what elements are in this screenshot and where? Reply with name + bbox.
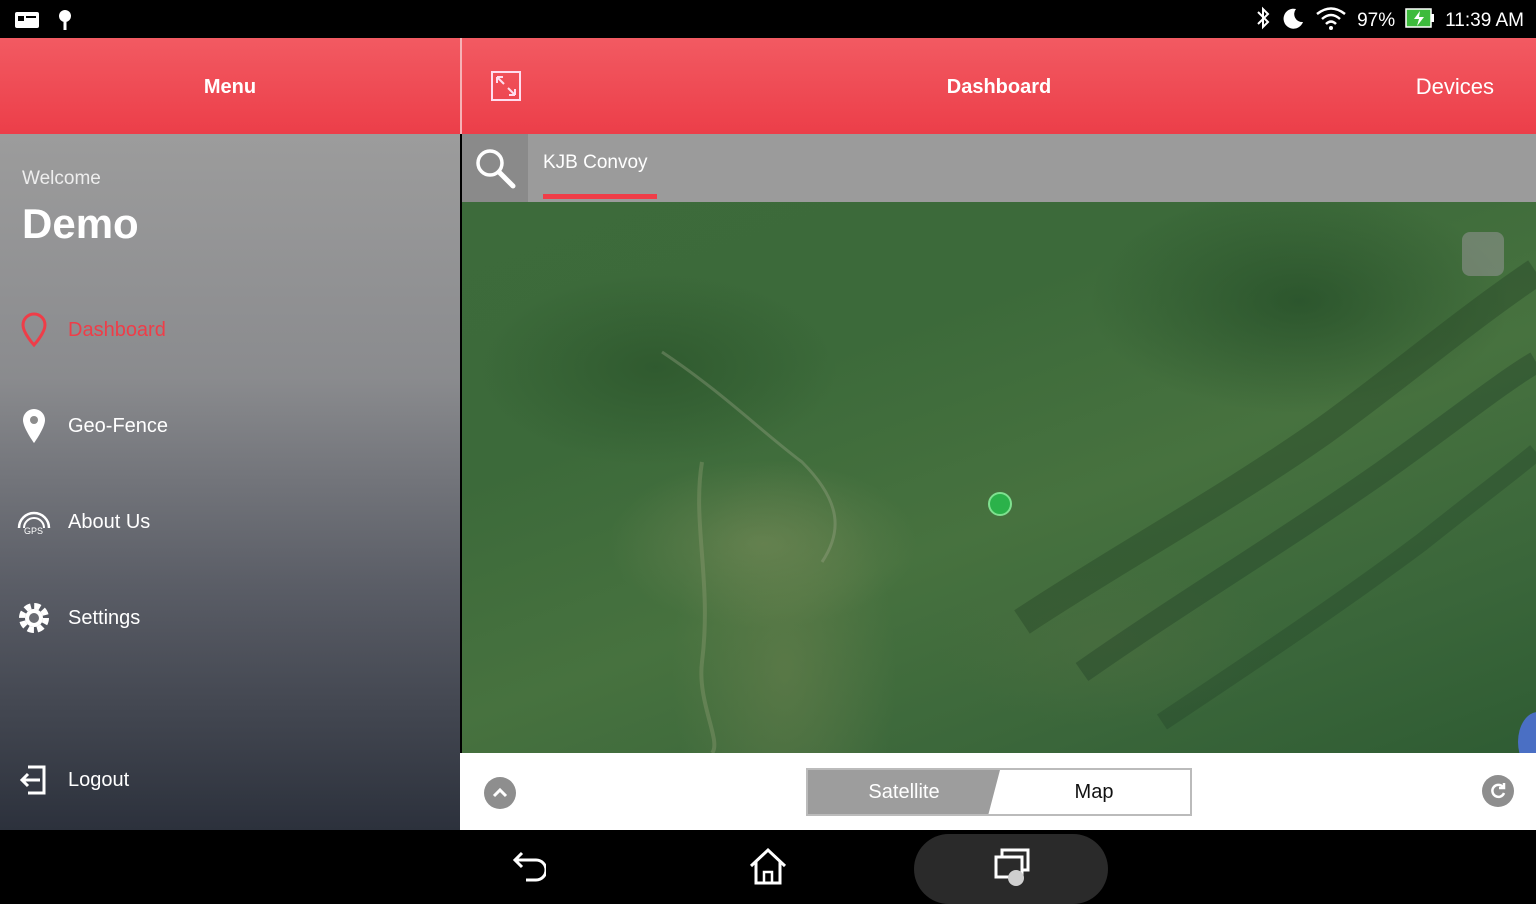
status-bar: 97% 11:39 AM	[0, 0, 1536, 38]
svg-text:GPS: GPS	[24, 526, 43, 536]
home-button[interactable]	[744, 842, 792, 890]
search-bar: KJB Convoy	[462, 134, 1536, 202]
welcome-label: Welcome	[22, 168, 101, 189]
system-navigation-bar	[0, 830, 1536, 904]
tab-convoy[interactable]: KJB Convoy	[543, 152, 648, 174]
clock: 11:39 AM	[1445, 10, 1524, 31]
expand-panel-button[interactable]	[484, 777, 516, 809]
map-terrain	[661, 260, 1536, 753]
sidebar-item-label: About Us	[68, 510, 151, 533]
home-icon	[749, 847, 787, 885]
refresh-button[interactable]	[1482, 775, 1514, 807]
sidebar-item-dashboard[interactable]: Dashboard	[14, 310, 166, 350]
vehicle-marker[interactable]	[988, 492, 1012, 516]
chevron-up-icon	[492, 787, 508, 798]
map-toggle-button[interactable]: Map	[998, 770, 1190, 814]
menu-header: Menu	[0, 38, 460, 134]
recent-apps-button[interactable]	[988, 842, 1036, 890]
map-controls-panel: Satellite Map	[460, 753, 1536, 830]
devices-button[interactable]: Devices	[1416, 74, 1494, 100]
back-button[interactable]	[502, 842, 550, 890]
sidebar-item-label: Settings	[68, 606, 141, 629]
page-title: Dashboard	[946, 76, 1052, 98]
username: Demo	[22, 200, 139, 247]
search-icon	[476, 149, 516, 189]
sidebar-item-settings[interactable]: Settings	[14, 598, 140, 638]
wifi-icon	[1315, 6, 1347, 36]
gps-watermark-icon	[1462, 232, 1504, 276]
recent-apps-icon	[994, 848, 1030, 886]
app-header: Dashboard Devices	[462, 38, 1536, 134]
sidebar-item-label: Geo-Fence	[68, 414, 169, 437]
sidebar-item-about-us[interactable]: GPS About Us	[14, 502, 150, 542]
sidebar-item-geo-fence[interactable]: Geo-Fence	[14, 406, 168, 446]
tab-active-indicator	[543, 194, 657, 199]
search-button[interactable]	[462, 134, 528, 202]
gps-logo-icon: GPS	[14, 502, 54, 542]
notification-location-icon	[56, 8, 74, 37]
gear-icon	[14, 598, 54, 638]
notification-photo-icon	[14, 9, 40, 36]
logout-label: Logout	[68, 768, 130, 791]
menu-title: Menu	[203, 76, 257, 98]
sidebar-item-label: Dashboard	[68, 318, 166, 341]
map-pin-icon	[14, 406, 54, 446]
satellite-map[interactable]	[462, 202, 1536, 753]
back-arrow-icon	[512, 851, 546, 882]
sidebar-menu: Welcome Demo Dashboard Geo-Fence GPS Abo…	[0, 134, 460, 830]
logout-icon	[14, 760, 54, 800]
battery-charging-icon	[1405, 7, 1435, 35]
logout-button[interactable]: Logout	[14, 760, 129, 800]
satellite-toggle-button[interactable]: Satellite	[808, 770, 1000, 814]
refresh-icon	[1491, 783, 1506, 799]
map-type-toggle: Satellite Map	[806, 768, 1192, 816]
bluetooth-icon	[1255, 5, 1271, 37]
battery-percent: 97%	[1357, 10, 1396, 31]
map-pin-outline-icon	[14, 310, 54, 350]
do-not-disturb-moon-icon	[1281, 6, 1305, 36]
